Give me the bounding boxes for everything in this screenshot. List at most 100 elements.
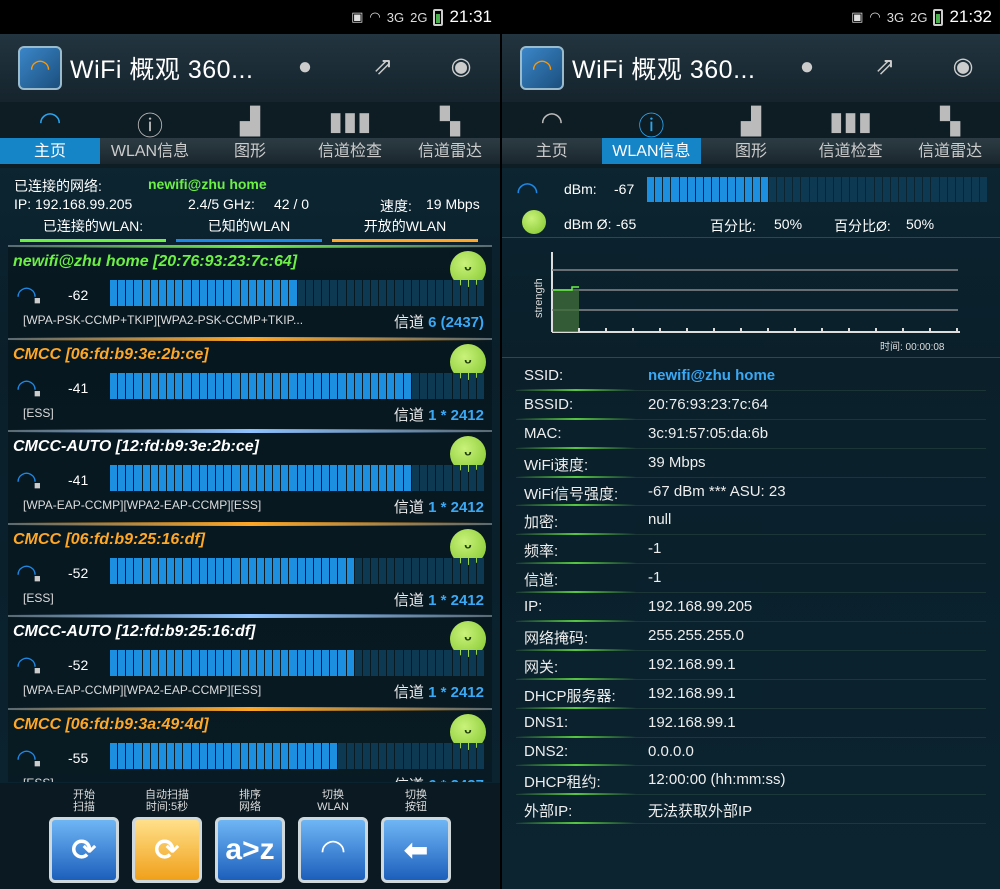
info-key: WiFi信号强度: — [524, 485, 619, 503]
bar-segment — [452, 372, 460, 399]
bar-segment — [963, 177, 971, 202]
network-item[interactable]: CMCC [06:fd:b9:3a:49:4d]ᵕ◠■-55[ESS]信道 6 … — [8, 706, 492, 782]
tab-0[interactable]: ◠ 主页 — [502, 102, 602, 168]
dbm-avg-value: -65 — [616, 216, 637, 232]
channel-value: 1 * 2412 — [428, 406, 484, 424]
bar-segment — [436, 650, 444, 676]
bar-segment — [354, 742, 362, 769]
network-channel: 信道 1 * 2412 — [394, 681, 484, 702]
bar-segment — [175, 650, 183, 676]
bar-segment — [825, 177, 833, 202]
bars-icon: ▮▮▮ — [328, 106, 372, 136]
tab-0[interactable]: ◠ 主页 — [0, 102, 100, 168]
legend-connected: 已连接的WLAN: — [20, 216, 166, 242]
bar-segment — [850, 177, 858, 202]
radar-icon: ▚ — [440, 106, 460, 136]
network-item[interactable]: newifi@zhu home [20:76:93:23:7c:64] ᵕ ◠ ■ -6… — [8, 245, 492, 338]
bar-segment — [428, 465, 436, 491]
tab-1[interactable]: ⓘ WLAN信息 — [100, 102, 200, 168]
auto-refresh-button[interactable]: ⟳ — [132, 817, 202, 883]
bar-segment — [379, 280, 387, 306]
info-row: 频率: -1 — [516, 535, 986, 565]
bar-segment — [338, 372, 346, 399]
network-list[interactable]: newifi@zhu home [20:76:93:23:7c:64] ᵕ ◠ ■ -6… — [8, 245, 492, 782]
bar-segment — [468, 650, 477, 676]
bar-segment — [183, 372, 191, 399]
network-name: CMCC-AUTO [12:fd:b9:3e:2b:ce] — [13, 438, 259, 455]
bar-segment — [183, 465, 191, 491]
bar-segment — [150, 280, 158, 306]
info-key: DHCP租约: — [524, 774, 601, 792]
network-name: CMCC [06:fd:b9:3a:49:4d] — [13, 715, 209, 733]
bar-segment — [744, 177, 752, 202]
bar-segment — [305, 650, 313, 676]
bar-segment — [297, 557, 305, 584]
auto-refresh-icon: ⟳ — [154, 833, 180, 867]
globe-icon[interactable]: ● — [290, 52, 320, 82]
refresh-button[interactable]: ⟳ — [49, 817, 119, 883]
tab-3[interactable]: ▮▮▮ 信道检查 — [800, 102, 901, 168]
bar-segment — [728, 177, 736, 202]
bar-segment — [460, 742, 468, 769]
network-item[interactable]: CMCC [06:fd:b9:25:16:df] ᵕ ◠ ■ -52 [ESS] 信道 1 … — [8, 521, 492, 615]
signal-chart-svg: strength 时间: 00:00:08 — [533, 252, 960, 353]
bar-segment — [313, 650, 322, 676]
bar-segment — [110, 742, 118, 769]
status-bar: ▣ ◠ 3G 2G 21:32 — [502, 0, 1000, 34]
bar-segment — [354, 557, 362, 584]
wifi-toggle-button[interactable]: ◠ — [298, 817, 368, 883]
network-item[interactable]: CMCC-AUTO [12:fd:b9:3e:2b:ce] ᵕ ◠ ■ -41 [WPA-… — [8, 429, 492, 523]
bar-segment — [939, 177, 947, 202]
visibility-icon[interactable]: ◉ — [446, 52, 476, 82]
lock-icon: ■ — [34, 295, 41, 307]
bar-segment — [232, 372, 240, 399]
channel-value: 1 * 2412 — [428, 591, 484, 609]
network-type-indicator — [8, 429, 492, 433]
bar-segment — [224, 742, 232, 769]
bar-segment — [175, 465, 183, 491]
bar-segment — [436, 557, 444, 584]
bar-segment — [419, 557, 428, 584]
bar-segment — [281, 557, 289, 584]
share-icon[interactable]: ⇗ — [870, 52, 900, 82]
bar-segment — [452, 465, 460, 491]
status-bar: ▣ ◠ 3G 2G 21:31 — [0, 0, 500, 34]
share-icon[interactable]: ⇗ — [368, 52, 398, 82]
bar-segment — [395, 650, 403, 676]
bar-segment — [387, 742, 395, 769]
bar-segment — [240, 372, 248, 399]
tab-4[interactable]: ▚ 信道雷达 — [400, 102, 500, 168]
bar-segment — [158, 742, 167, 769]
network-name: CMCC [06:fd:b9:25:16:df] — [13, 530, 205, 548]
bar-segment — [158, 650, 167, 676]
bar-segment — [191, 557, 199, 584]
info-key: 外部IP: — [524, 803, 573, 821]
bar-segment — [403, 465, 411, 491]
dbm-label: dBm: — [564, 181, 597, 197]
tab-1[interactable]: ⓘ WLAN信息 — [601, 102, 702, 168]
globe-icon[interactable]: ● — [792, 52, 822, 82]
network-type-indicator — [8, 336, 492, 341]
bar-segment — [460, 465, 468, 491]
network-item[interactable]: CMCC [06:fd:b9:3e:2b:ce] ᵕ ◠ ■ -41 [ESS] 信道 1 … — [8, 336, 492, 430]
bar-segment — [354, 372, 362, 399]
bar-segment — [175, 557, 183, 584]
bar-segment — [346, 372, 354, 399]
info-key: 频率: — [524, 543, 559, 561]
bar-segment — [371, 557, 379, 584]
info-row: DHCP服务器: 192.168.99.1 — [516, 680, 986, 709]
tab-3[interactable]: ▮▮▮ 信道检查 — [300, 102, 400, 168]
bar-segment — [720, 177, 728, 202]
tab-4[interactable]: ▚ 信道雷达 — [900, 102, 1000, 168]
tab-2[interactable]: ▟ 图形 — [200, 102, 300, 168]
bar-segment — [273, 372, 281, 399]
info-row: 加密: null — [516, 506, 986, 536]
tab-2[interactable]: ▟ 图形 — [701, 102, 801, 168]
sort-button[interactable]: a>z — [215, 817, 285, 883]
bar-segment — [387, 557, 395, 584]
bar-segment — [232, 465, 240, 491]
bar-segment — [695, 177, 703, 202]
back-arrow-button[interactable]: ⬅ — [381, 817, 451, 883]
visibility-icon[interactable]: ◉ — [948, 52, 978, 82]
network-item[interactable]: CMCC-AUTO [12:fd:b9:25:16:df] ᵕ ◠ ■ -52 [WPA-… — [8, 614, 492, 708]
